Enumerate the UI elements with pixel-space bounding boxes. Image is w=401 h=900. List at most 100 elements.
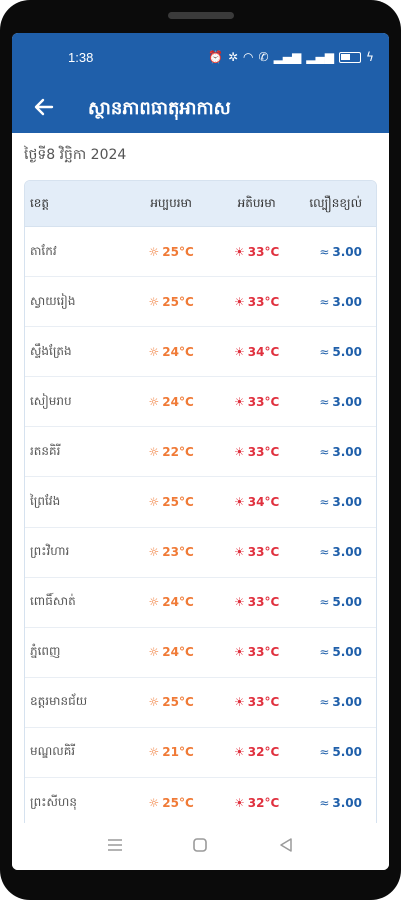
- province-name: មណ្ឌលគិរី: [30, 744, 76, 759]
- wind-icon: ≈: [319, 745, 330, 760]
- max-temp-cell: ☀ 33°C: [214, 395, 299, 409]
- max-temp-cell: ☀ 33°C: [214, 545, 299, 559]
- max-temp-cell: ☀ 32°C: [214, 796, 299, 810]
- table-row: ឧត្តរមានជ័យ ☼ 25°C ☀ 33°C ≈3.00: [25, 677, 376, 728]
- wind-value: 5.00: [332, 344, 362, 359]
- wind-value: 3.00: [332, 294, 362, 309]
- max-temp-value: 33°C: [247, 244, 280, 259]
- navigation-bar: [12, 823, 389, 870]
- max-temp-value: 33°C: [247, 444, 280, 459]
- min-temp-value: 24°C: [162, 595, 194, 610]
- max-temp-value: 33°C: [247, 695, 280, 710]
- wifi-icon: ◠: [243, 50, 254, 64]
- table-row: តាកែវ ☼ 25°C ☀ 33°C ≈3.00: [25, 227, 376, 278]
- max-temp-cell: ☀ 33°C: [214, 445, 299, 459]
- min-temp-value: 23°C: [162, 545, 194, 560]
- table-row: ស្វាយរៀង ☼ 25°C ☀ 33°C ≈3.00: [25, 277, 376, 328]
- wind-value: 3.00: [332, 495, 362, 510]
- sun-hot-icon: ☀: [233, 745, 245, 760]
- wind-cell: ≈3.00: [299, 545, 376, 559]
- status-icons: ⏰ ✲ ◠ ✆ ▂▄▆ ▂▄▆ ϟ: [208, 49, 374, 65]
- max-temp-cell: ☀ 33°C: [214, 645, 299, 659]
- min-temp-value: 24°C: [162, 645, 194, 660]
- wind-cell: ≈3.00: [299, 245, 376, 259]
- status-bar: 1:38 ⏰ ✲ ◠ ✆ ▂▄▆ ▂▄▆ ϟ: [12, 33, 389, 83]
- max-temp-cell: ☀ 34°C: [214, 495, 299, 509]
- sun-hot-icon: ☀: [233, 244, 245, 259]
- sun-cold-icon: ☼: [148, 645, 160, 660]
- max-temp-cell: ☀ 33°C: [214, 245, 299, 259]
- min-temp-value: 25°C: [162, 294, 194, 309]
- sun-cold-icon: ☼: [148, 595, 160, 610]
- max-temp-value: 32°C: [247, 795, 280, 810]
- table-row: មណ្ឌលគិរី ☼ 21°C ☀ 32°C ≈5.00: [25, 727, 376, 779]
- table-row: ស្ទឹងត្រែង ☼ 24°C ☀ 34°C ≈5.00: [25, 327, 376, 378]
- min-temp-value: 22°C: [162, 444, 194, 459]
- min-temp-value: 21°C: [162, 745, 194, 760]
- sun-cold-icon: ☼: [148, 244, 160, 259]
- wind-cell: ≈5.00: [299, 645, 376, 659]
- max-temp-cell: ☀ 32°C: [214, 745, 299, 759]
- alarm-icon: ⏰: [208, 50, 223, 64]
- table-row: ពោធិ៍សាត់ ☼ 24°C ☀ 33°C ≈5.00: [25, 577, 376, 628]
- column-wind: ល្បឿនខ្យល់: [309, 195, 362, 210]
- wind-cell: ≈5.00: [299, 345, 376, 359]
- sun-hot-icon: ☀: [233, 444, 245, 459]
- min-temp-value: 25°C: [162, 244, 194, 259]
- min-temp-value: 24°C: [162, 344, 194, 359]
- province-name: សៀមរាប: [30, 393, 72, 408]
- province-name: ព្រៃវែង: [30, 494, 61, 509]
- wind-cell: ≈5.00: [299, 745, 376, 759]
- wind-icon: ≈: [319, 795, 330, 810]
- max-temp-cell: ☀ 33°C: [214, 295, 299, 309]
- home-button[interactable]: [188, 837, 212, 856]
- back-nav-button[interactable]: [274, 837, 298, 856]
- sun-cold-icon: ☼: [148, 795, 160, 810]
- wind-icon: ≈: [319, 294, 330, 309]
- sun-hot-icon: ☀: [233, 595, 245, 610]
- sun-cold-icon: ☼: [148, 444, 160, 459]
- wind-value: 3.00: [332, 444, 362, 459]
- min-temp-cell: ☼ 25°C: [128, 245, 213, 259]
- min-temp-cell: ☼ 21°C: [128, 745, 213, 759]
- phone-frame: 1:38 ⏰ ✲ ◠ ✆ ▂▄▆ ▂▄▆ ϟ ស្ថានភាពធាតុអាកាស…: [0, 0, 401, 900]
- wind-value: 5.00: [332, 645, 362, 660]
- wind-icon: ≈: [319, 495, 330, 510]
- wind-cell: ≈3.00: [299, 395, 376, 409]
- back-button[interactable]: [30, 93, 58, 121]
- app-bar: ស្ថានភាពធាតុអាកាស: [12, 83, 389, 133]
- min-temp-cell: ☼ 25°C: [128, 796, 213, 810]
- wind-cell: ≈3.00: [299, 445, 376, 459]
- max-temp-value: 34°C: [247, 495, 280, 510]
- column-province: ខេត្ត: [30, 195, 50, 210]
- phone-speaker: [168, 12, 234, 19]
- province-name: ភ្នំពេញ: [30, 644, 61, 659]
- wind-icon: ≈: [319, 645, 330, 660]
- sun-hot-icon: ☀: [233, 695, 245, 710]
- sun-hot-icon: ☀: [233, 294, 245, 309]
- column-min: អប្បបរមា: [150, 195, 192, 210]
- sun-cold-icon: ☼: [148, 344, 160, 359]
- sun-cold-icon: ☼: [148, 495, 160, 510]
- province-name: ព្រះសីហនុ: [30, 794, 77, 809]
- table-header: ខេត្ត អប្បបរមា អតិបរមា ល្បឿនខ្យល់: [25, 181, 376, 227]
- charging-icon: ϟ: [365, 50, 374, 64]
- min-temp-cell: ☼ 25°C: [128, 495, 213, 509]
- table-row: សៀមរាប ☼ 24°C ☀ 33°C ≈3.00: [25, 377, 376, 428]
- max-temp-value: 34°C: [247, 344, 280, 359]
- min-temp-cell: ☼ 25°C: [128, 295, 213, 309]
- max-temp-value: 33°C: [247, 545, 280, 560]
- min-temp-cell: ☼ 24°C: [128, 345, 213, 359]
- min-temp-cell: ☼ 24°C: [128, 395, 213, 409]
- max-temp-value: 33°C: [247, 645, 280, 660]
- province-name: រតនគិរី: [30, 443, 61, 458]
- date-text: ថ្ងៃទី8 វិច្ឆិកា 2024: [24, 147, 127, 163]
- min-temp-cell: ☼ 24°C: [128, 645, 213, 659]
- recent-apps-button[interactable]: [103, 837, 127, 856]
- table-row: ព្រះសីហនុ ☼ 25°C ☀ 32°C ≈3.00: [25, 778, 376, 829]
- wind-cell: ≈3.00: [299, 695, 376, 709]
- sun-cold-icon: ☼: [148, 394, 160, 409]
- battery-icon: [338, 51, 361, 63]
- status-time: 1:38: [68, 50, 94, 65]
- wind-icon: ≈: [319, 545, 330, 560]
